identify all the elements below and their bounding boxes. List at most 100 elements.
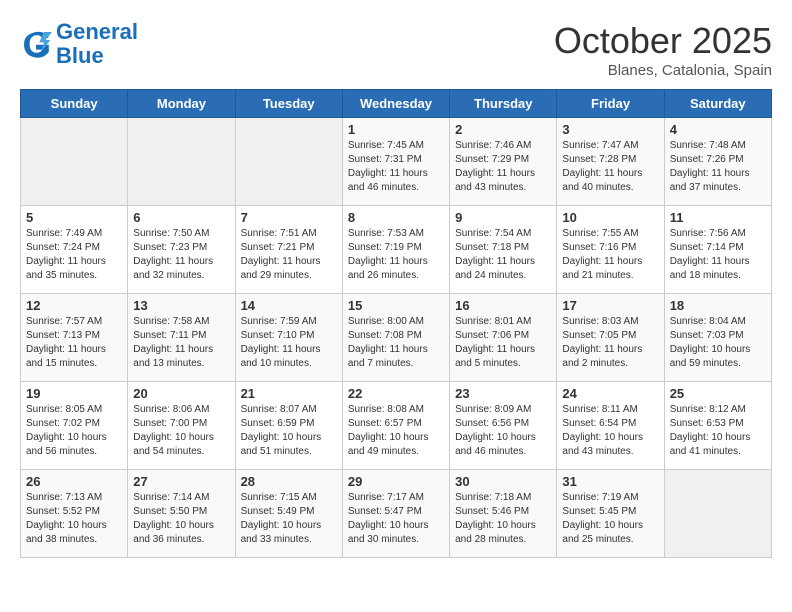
day-info: Sunrise: 7:13 AM Sunset: 5:52 PM Dayligh… (26, 491, 122, 547)
day-info: Sunrise: 8:08 AM Sunset: 6:57 PM Dayligh… (348, 403, 444, 459)
day-number: 23 (455, 386, 551, 401)
logo-text: General Blue (56, 20, 138, 68)
day-number: 8 (348, 210, 444, 225)
calendar-cell: 30 Sunrise: 7:18 AM Sunset: 5:46 PM Dayli… (450, 470, 557, 558)
calendar-cell: 6 Sunrise: 7:50 AM Sunset: 7:23 PM Daylig… (128, 206, 235, 294)
day-number: 21 (241, 386, 337, 401)
calendar-week-4: 19 Sunrise: 8:05 AM Sunset: 7:02 PM Dayli… (21, 382, 772, 470)
day-info: Sunrise: 7:15 AM Sunset: 5:49 PM Dayligh… (241, 491, 337, 547)
calendar-cell: 4Sunrise: 7:48 AM Sunset: 7:26 PM Daylig… (664, 118, 771, 206)
day-info: Sunrise: 7:57 AM Sunset: 7:13 PM Dayligh… (26, 315, 122, 371)
calendar-cell: 7 Sunrise: 7:51 AM Sunset: 7:21 PM Daylig… (235, 206, 342, 294)
day-number: 11 (670, 210, 766, 225)
day-number: 18 (670, 298, 766, 313)
calendar-cell: 12 Sunrise: 7:57 AM Sunset: 7:13 PM Dayli… (21, 294, 128, 382)
calendar-cell: 16Sunrise: 8:01 AM Sunset: 7:06 PM Dayli… (450, 294, 557, 382)
calendar-cell: 23 Sunrise: 8:09 AM Sunset: 6:56 PM Dayli… (450, 382, 557, 470)
calendar-cell: 25 Sunrise: 8:12 AM Sunset: 6:53 PM Dayli… (664, 382, 771, 470)
day-info: Sunrise: 7:59 AM Sunset: 7:10 PM Dayligh… (241, 315, 337, 371)
header-wednesday: Wednesday (342, 90, 449, 118)
day-number: 6 (133, 210, 229, 225)
day-info: Sunrise: 7:14 AM Sunset: 5:50 PM Dayligh… (133, 491, 229, 547)
calendar-cell: 26 Sunrise: 7:13 AM Sunset: 5:52 PM Dayli… (21, 470, 128, 558)
calendar-cell: 19 Sunrise: 8:05 AM Sunset: 7:02 PM Dayli… (21, 382, 128, 470)
page-header: General Blue October 2025 Blanes, Catalo… (20, 20, 772, 79)
calendar-week-3: 12 Sunrise: 7:57 AM Sunset: 7:13 PM Dayli… (21, 294, 772, 382)
logo: General Blue (20, 20, 138, 68)
day-info: Sunrise: 8:07 AM Sunset: 6:59 PM Dayligh… (241, 403, 337, 459)
calendar-table: Sunday Monday Tuesday Wednesday Thursday… (20, 89, 772, 558)
calendar-cell: 14Sunrise: 7:59 AM Sunset: 7:10 PM Dayli… (235, 294, 342, 382)
day-info: Sunrise: 7:47 AM Sunset: 7:28 PM Dayligh… (562, 139, 658, 195)
title-block: October 2025 Blanes, Catalonia, Spain (554, 20, 772, 79)
calendar-cell: 9 Sunrise: 7:54 AM Sunset: 7:18 PM Daylig… (450, 206, 557, 294)
calendar-cell: 21 Sunrise: 8:07 AM Sunset: 6:59 PM Dayli… (235, 382, 342, 470)
day-info: Sunrise: 7:50 AM Sunset: 7:23 PM Dayligh… (133, 227, 229, 283)
day-info: Sunrise: 7:51 AM Sunset: 7:21 PM Dayligh… (241, 227, 337, 283)
calendar-cell: 8 Sunrise: 7:53 AM Sunset: 7:19 PM Daylig… (342, 206, 449, 294)
day-number: 25 (670, 386, 766, 401)
day-number: 5 (26, 210, 122, 225)
calendar-cell: 1 Sunrise: 7:45 AM Sunset: 7:31 PM Daylig… (342, 118, 449, 206)
calendar-cell: 2 Sunrise: 7:46 AM Sunset: 7:29 PM Daylig… (450, 118, 557, 206)
day-number: 7 (241, 210, 337, 225)
day-info: Sunrise: 8:04 AM Sunset: 7:03 PM Dayligh… (670, 315, 766, 371)
logo-icon (20, 28, 52, 60)
header-row: Sunday Monday Tuesday Wednesday Thursday… (21, 90, 772, 118)
calendar-cell: 10Sunrise: 7:55 AM Sunset: 7:16 PM Dayli… (557, 206, 664, 294)
header-sunday: Sunday (21, 90, 128, 118)
calendar-cell (21, 118, 128, 206)
calendar-cell: 5 Sunrise: 7:49 AM Sunset: 7:24 PM Daylig… (21, 206, 128, 294)
day-number: 19 (26, 386, 122, 401)
day-info: Sunrise: 7:49 AM Sunset: 7:24 PM Dayligh… (26, 227, 122, 283)
day-info: Sunrise: 8:00 AM Sunset: 7:08 PM Dayligh… (348, 315, 444, 371)
day-info: Sunrise: 8:06 AM Sunset: 7:00 PM Dayligh… (133, 403, 229, 459)
day-number: 2 (455, 122, 551, 137)
day-info: Sunrise: 8:05 AM Sunset: 7:02 PM Dayligh… (26, 403, 122, 459)
calendar-cell: 27 Sunrise: 7:14 AM Sunset: 5:50 PM Dayli… (128, 470, 235, 558)
header-thursday: Thursday (450, 90, 557, 118)
calendar-cell: 24Sunrise: 8:11 AM Sunset: 6:54 PM Dayli… (557, 382, 664, 470)
day-number: 30 (455, 474, 551, 489)
calendar-cell (128, 118, 235, 206)
day-number: 22 (348, 386, 444, 401)
day-info: Sunrise: 7:56 AM Sunset: 7:14 PM Dayligh… (670, 227, 766, 283)
calendar-week-2: 5 Sunrise: 7:49 AM Sunset: 7:24 PM Daylig… (21, 206, 772, 294)
day-info: Sunrise: 7:18 AM Sunset: 5:46 PM Dayligh… (455, 491, 551, 547)
day-info: Sunrise: 7:58 AM Sunset: 7:11 PM Dayligh… (133, 315, 229, 371)
day-number: 29 (348, 474, 444, 489)
day-info: Sunrise: 7:46 AM Sunset: 7:29 PM Dayligh… (455, 139, 551, 195)
day-info: Sunrise: 7:45 AM Sunset: 7:31 PM Dayligh… (348, 139, 444, 195)
day-number: 4 (670, 122, 766, 137)
calendar-cell: 28 Sunrise: 7:15 AM Sunset: 5:49 PM Dayli… (235, 470, 342, 558)
day-number: 20 (133, 386, 229, 401)
day-number: 3 (562, 122, 658, 137)
day-number: 1 (348, 122, 444, 137)
day-info: Sunrise: 8:09 AM Sunset: 6:56 PM Dayligh… (455, 403, 551, 459)
day-info: Sunrise: 7:17 AM Sunset: 5:47 PM Dayligh… (348, 491, 444, 547)
calendar-cell: 18 Sunrise: 8:04 AM Sunset: 7:03 PM Dayli… (664, 294, 771, 382)
day-number: 12 (26, 298, 122, 313)
logo-line1: General (56, 19, 138, 44)
day-number: 27 (133, 474, 229, 489)
day-info: Sunrise: 8:11 AM Sunset: 6:54 PM Dayligh… (562, 403, 658, 459)
calendar-cell: 20 Sunrise: 8:06 AM Sunset: 7:00 PM Dayli… (128, 382, 235, 470)
header-monday: Monday (128, 90, 235, 118)
header-saturday: Saturday (664, 90, 771, 118)
calendar-cell: 15Sunrise: 8:00 AM Sunset: 7:08 PM Dayli… (342, 294, 449, 382)
calendar-cell: 17Sunrise: 8:03 AM Sunset: 7:05 PM Dayli… (557, 294, 664, 382)
day-info: Sunrise: 8:03 AM Sunset: 7:05 PM Dayligh… (562, 315, 658, 371)
calendar-cell: 11 Sunrise: 7:56 AM Sunset: 7:14 PM Dayli… (664, 206, 771, 294)
day-info: Sunrise: 7:55 AM Sunset: 7:16 PM Dayligh… (562, 227, 658, 283)
day-number: 9 (455, 210, 551, 225)
day-info: Sunrise: 7:54 AM Sunset: 7:18 PM Dayligh… (455, 227, 551, 283)
day-info: Sunrise: 8:12 AM Sunset: 6:53 PM Dayligh… (670, 403, 766, 459)
day-number: 28 (241, 474, 337, 489)
day-info: Sunrise: 7:53 AM Sunset: 7:19 PM Dayligh… (348, 227, 444, 283)
calendar-cell: 22 Sunrise: 8:08 AM Sunset: 6:57 PM Dayli… (342, 382, 449, 470)
day-number: 26 (26, 474, 122, 489)
calendar-cell: 3 Sunrise: 7:47 AM Sunset: 7:28 PM Daylig… (557, 118, 664, 206)
header-tuesday: Tuesday (235, 90, 342, 118)
calendar-cell (664, 470, 771, 558)
logo-line2: Blue (56, 43, 104, 68)
